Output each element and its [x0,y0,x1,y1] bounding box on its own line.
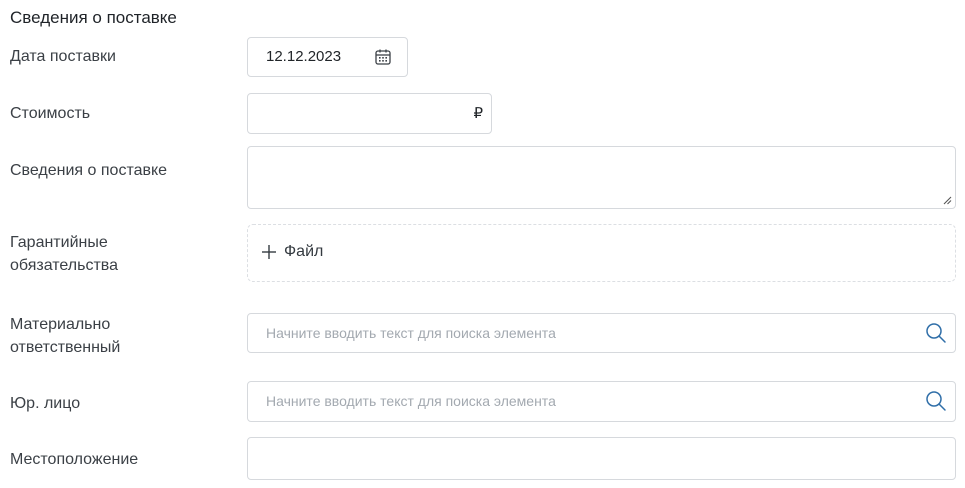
responsible-label: Материально ответственный [10,316,121,356]
resize-handle-icon[interactable] [942,195,952,205]
delivery-info-textarea[interactable] [247,146,956,209]
legal-entity-label: Юр. лицо [10,395,81,412]
location-input[interactable] [247,437,956,480]
calendar-icon[interactable] [374,48,392,66]
delivery-info-label: Сведения о поставке [10,162,168,179]
responsible-search-field[interactable]: Начните вводить текст для поиска элемент… [247,313,956,353]
cost-input[interactable]: ₽ [247,93,492,134]
delivery-date-field[interactable]: 12.12.2023 [247,37,408,77]
delivery-date-value: 12.12.2023 [266,48,342,65]
section-title: Сведения о поставке [10,8,177,27]
add-file-label: Файл [284,243,324,260]
legal-entity-search-field[interactable]: Начните вводить текст для поиска элемент… [247,381,956,422]
file-dropzone[interactable]: Файл [247,224,956,282]
legal-entity-placeholder: Начните вводить текст для поиска элемент… [266,393,556,409]
cost-label: Стоимость [10,105,91,122]
currency-symbol: ₽ [473,105,483,122]
location-label: Местоположение [10,451,139,468]
plus-icon [262,245,276,259]
search-icon[interactable] [925,390,947,412]
responsible-placeholder: Начните вводить текст для поиска элемент… [266,325,556,341]
delivery-date-label: Дата поставки [10,48,116,65]
add-file-button[interactable]: Файл [260,243,323,261]
search-icon[interactable] [925,322,947,344]
warranty-label: Гарантийные обязательства [10,234,118,274]
